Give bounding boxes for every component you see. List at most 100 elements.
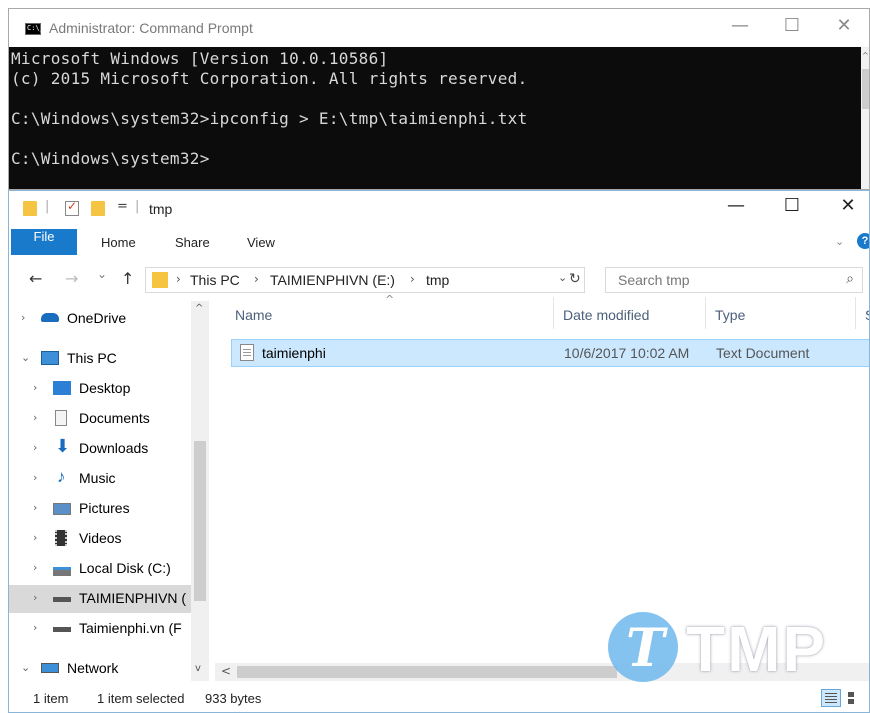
tree-item-taimienphivn-drive[interactable]: › TAIMIENPHIVN ( [9,585,193,613]
expand-icon[interactable]: › [21,311,25,324]
expand-icon[interactable]: › [33,501,37,514]
explorer-title-bar[interactable]: | = | tmp — ☐ ✕ [9,191,869,227]
selection-count: 1 item selected [97,691,185,706]
desktop-icon [53,381,71,395]
column-divider[interactable] [705,297,706,329]
new-folder-icon[interactable] [91,201,105,216]
cmd-title-bar[interactable]: Administrator: Command Prompt — ☐ ✕ [9,9,869,47]
cmd-minimize-button[interactable]: — [717,15,763,43]
cmd-close-button[interactable]: ✕ [821,15,867,43]
properties-icon[interactable] [65,199,79,216]
documents-icon [55,410,67,426]
collapse-icon[interactable]: ⌄ [21,661,30,674]
breadcrumb-drive[interactable]: TAIMIENPHIVN (E:) [270,272,395,288]
column-header-type[interactable]: Type [715,307,745,323]
cmd-title: Administrator: Command Prompt [49,20,253,36]
navigation-scroll-thumb[interactable] [194,441,206,601]
cmd-scroll-thumb[interactable] [862,69,869,109]
tree-label: OneDrive [67,310,127,326]
tree-label: Local Disk (C:) [79,560,171,576]
breadcrumb-separator[interactable]: › [176,272,181,286]
text-file-icon [240,344,254,361]
column-header-name[interactable]: Name [235,307,272,323]
search-box[interactable]: Search tmp ⌕ [605,267,863,293]
ribbon-expand-icon[interactable]: ⌄ [835,235,844,248]
tree-item-documents[interactable]: › Documents [9,405,193,433]
file-row[interactable]: taimienphi 10/6/2017 10:02 AM Text Docum… [231,339,869,367]
tree-item-onedrive[interactable]: › OneDrive [9,305,193,333]
command-prompt-window[interactable]: Administrator: Command Prompt — ☐ ✕ Micr… [8,8,870,190]
explorer-close-button[interactable]: ✕ [825,195,869,223]
console-line: Microsoft Windows [Version 10.0.10586] [11,49,389,68]
tab-file[interactable]: File [11,229,77,255]
tree-item-local-disk[interactable]: › Local Disk (C:) [9,555,193,583]
console-line: C:\Windows\system32>ipconfig > E:\tmp\ta… [11,109,528,128]
film-icon [55,530,67,546]
file-name: taimienphi [262,345,326,361]
scroll-left-icon[interactable]: < [221,664,231,678]
item-count: 1 item [33,691,69,706]
explorer-minimize-button[interactable]: — [713,195,759,223]
address-bar[interactable]: › This PC › TAIMIENPHIVN (E:) › tmp ⌄ [145,267,585,293]
recent-locations-icon[interactable]: ⌄ [97,267,107,281]
expand-icon[interactable]: › [33,411,37,424]
expand-icon[interactable]: › [33,381,37,394]
navigation-scrollbar[interactable]: ^ v [191,301,209,681]
quick-access-dropdown-icon[interactable]: = [117,199,128,214]
tree-item-pictures[interactable]: › Pictures [9,495,193,523]
tree-label: Taimienphi.vn (F [79,620,182,636]
expand-icon[interactable]: › [33,621,37,634]
expand-icon[interactable]: › [33,471,37,484]
tree-item-desktop[interactable]: › Desktop [9,375,193,403]
breadcrumb-separator[interactable]: › [410,272,415,286]
tree-item-downloads[interactable]: › ⬇ Downloads [9,435,193,463]
breadcrumb-tmp[interactable]: tmp [426,272,449,288]
forward-arrow-icon[interactable]: → [65,269,78,288]
explorer-maximize-button[interactable]: ☐ [769,195,815,223]
expand-icon[interactable]: › [33,531,37,544]
computer-icon [41,351,59,365]
expand-icon[interactable]: › [33,591,37,604]
console-output[interactable]: Microsoft Windows [Version 10.0.10586] (… [9,47,861,189]
search-placeholder: Search tmp [618,272,690,288]
tree-item-music[interactable]: › ♪ Music [9,465,193,493]
address-dropdown-icon[interactable]: ⌄ [558,271,567,284]
tree-item-taimienphi-vn-drive[interactable]: › Taimienphi.vn (F [9,615,193,643]
address-folder-icon [152,272,168,288]
tree-label: This PC [67,350,117,366]
up-arrow-icon[interactable]: ↑ [121,269,134,288]
expand-icon[interactable]: › [33,441,37,454]
column-divider[interactable] [855,297,856,329]
explorer-title: tmp [149,201,173,217]
scroll-down-icon[interactable]: v [195,663,201,674]
collapse-icon[interactable]: ⌄ [21,351,30,364]
cmd-scrollbar[interactable]: ^ [861,47,869,189]
column-header-size[interactable]: S [865,307,869,323]
help-icon[interactable]: ? [857,233,869,249]
tab-view[interactable]: View [247,235,275,250]
tree-item-videos[interactable]: › Videos [9,525,193,553]
expand-icon[interactable]: › [33,561,37,574]
cmd-scroll-up-icon[interactable]: ^ [862,51,869,60]
breadcrumb-separator[interactable]: › [254,272,259,286]
cloud-icon [41,313,59,322]
tab-share[interactable]: Share [175,235,210,250]
music-note-icon: ♪ [57,467,66,486]
breadcrumb-this-pc[interactable]: This PC [190,272,240,288]
scroll-up-icon[interactable]: ^ [195,303,203,314]
tree-label: Documents [79,410,150,426]
column-divider[interactable] [553,297,554,329]
navigation-bar: ← → ⌄ ↑ › This PC › TAIMIENPHIVN (E:) › … [9,261,869,295]
tab-home[interactable]: Home [101,235,136,250]
refresh-icon[interactable]: ↻ [569,271,581,287]
search-icon[interactable]: ⌕ [846,271,854,287]
tree-item-this-pc[interactable]: ⌄ This PC [9,345,193,373]
back-arrow-icon[interactable]: ← [29,269,42,288]
watermark-text: TMP [686,613,828,685]
horizontal-scroll-thumb[interactable] [237,666,617,678]
tree-item-network[interactable]: ⌄ Network [9,655,193,681]
cmd-maximize-button[interactable]: ☐ [769,15,815,43]
drive-icon [53,597,71,602]
tree-label: Music [79,470,116,486]
column-header-date-modified[interactable]: Date modified [563,307,649,323]
